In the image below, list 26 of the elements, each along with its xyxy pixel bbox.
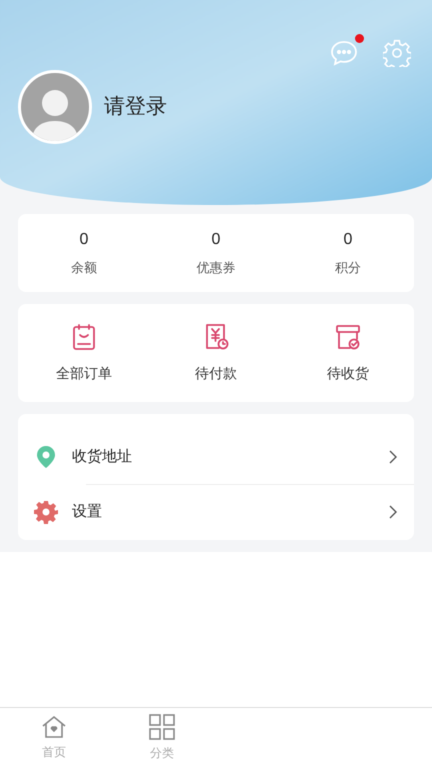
receipt-icon [203,322,229,350]
stat-value: 0 [80,230,88,250]
location-pin-icon [36,445,56,469]
chevron-right-icon [388,449,398,465]
settings-button[interactable] [382,38,412,68]
menu-label: 收货地址 [72,446,133,467]
menu-item[interactable]: 收货地址 [18,430,414,484]
stat-label: 余额 [71,259,97,278]
order-shortcut[interactable]: 全部订单 [18,304,150,402]
stat-label: 优惠券 [196,259,236,278]
order-shortcut[interactable]: 待收货 [282,304,414,402]
settings-icon [383,39,411,67]
stat-value: 0 [212,230,220,250]
order-shortcut[interactable]: 待付款 [150,304,282,402]
grid-icon [149,714,175,740]
package-icon [335,322,361,350]
menu-item[interactable]: 设置 [18,485,414,539]
stat-value: 0 [344,230,352,250]
login-prompt[interactable]: 请登录 [104,91,167,123]
chat-bubble-icon [330,40,358,66]
stat-label: 积分 [335,259,361,278]
clipboard-icon [71,322,97,350]
home-icon [41,715,67,739]
chevron-right-icon [388,504,398,520]
menu-label: 设置 [72,502,103,522]
gear-icon [34,500,58,524]
